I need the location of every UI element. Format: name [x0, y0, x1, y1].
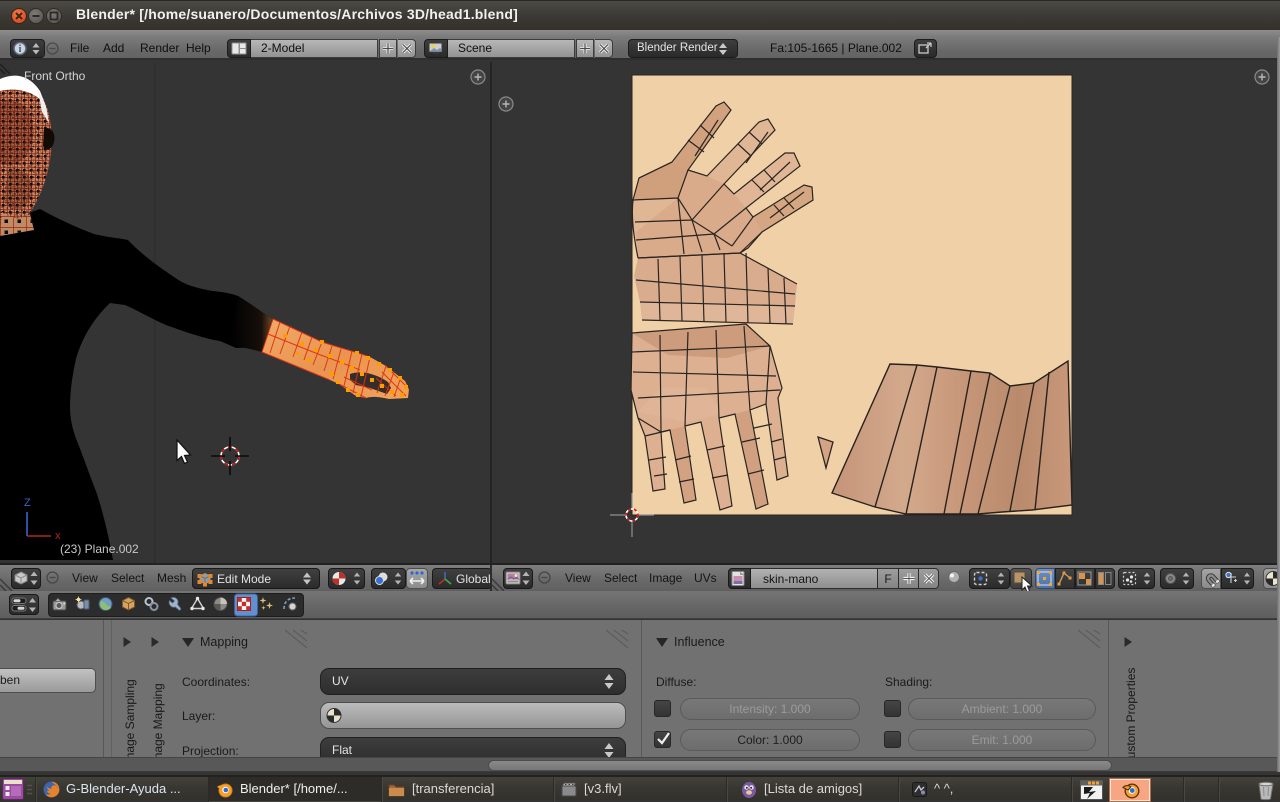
svg-text:i: i [19, 44, 22, 55]
svg-text:x: x [55, 530, 61, 542]
svg-text:Z: Z [24, 497, 31, 509]
